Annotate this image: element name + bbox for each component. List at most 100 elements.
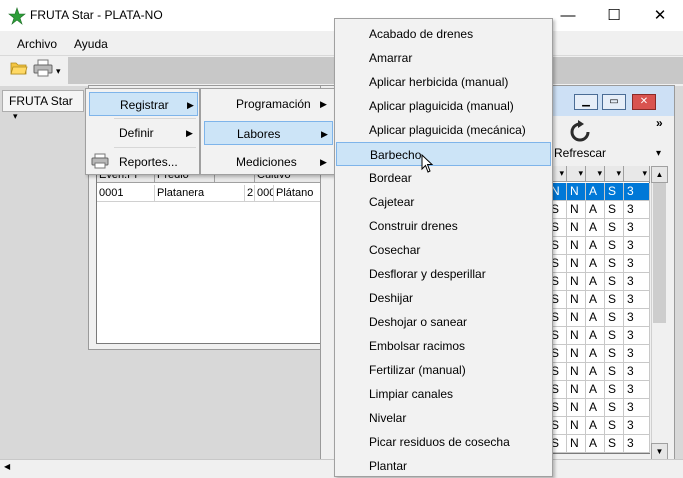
table-row[interactable]: SNAS3 (548, 327, 650, 345)
grid-cell[interactable]: 3 (624, 399, 650, 417)
grid-cell[interactable]: A (586, 399, 605, 417)
grid-cell[interactable]: 3 (624, 219, 650, 237)
grid-header-dropdown[interactable]: ▾ (605, 166, 624, 182)
grid-cell[interactable]: A (586, 417, 605, 435)
menu-item-labor[interactable]: Barbecho (336, 142, 551, 166)
grid-cell[interactable]: N (567, 327, 586, 345)
grid-cell[interactable]: 3 (624, 255, 650, 273)
scroll-up-button[interactable]: ▲ (651, 166, 668, 183)
grid-cell[interactable]: 3 (624, 381, 650, 399)
table-row[interactable]: SNAS3 (548, 399, 650, 417)
menu-item-labor[interactable]: Construir drenes (336, 214, 551, 238)
table-row[interactable]: SNAS3 (548, 417, 650, 435)
grid-cell[interactable]: N (567, 273, 586, 291)
grid-cell[interactable]: N (567, 381, 586, 399)
table-row[interactable]: SNAS3 (548, 291, 650, 309)
grid-cell[interactable]: 3 (624, 237, 650, 255)
grid-cell[interactable]: N (567, 201, 586, 219)
maximize-button[interactable]: ☐ (591, 0, 637, 31)
grid-cell[interactable]: S (605, 201, 624, 219)
menu-item-labores[interactable]: Labores ▶ (204, 121, 333, 145)
print-icon[interactable] (33, 59, 53, 77)
menu-ayuda[interactable]: Ayuda (74, 37, 108, 51)
menu-item-labor[interactable]: Aplicar plaguicida (mecánica) (336, 118, 551, 142)
grid-cell[interactable]: A (586, 201, 605, 219)
menu-item-labor[interactable]: Cosechar (336, 238, 551, 262)
grid-cell[interactable]: A (586, 219, 605, 237)
table-row[interactable]: SNAS3 (548, 381, 650, 399)
grid-cell[interactable]: A (586, 237, 605, 255)
grid-cell[interactable]: 3 (624, 273, 650, 291)
grid-cell[interactable]: Plátano (274, 185, 323, 202)
grid-cell[interactable]: 3 (624, 201, 650, 219)
grid-cell[interactable]: 3 (624, 327, 650, 345)
grid-cell[interactable]: N (567, 255, 586, 273)
grid-cell[interactable]: S (605, 363, 624, 381)
refresh-icon[interactable] (568, 120, 592, 144)
table-row[interactable]: SNAS3 (548, 237, 650, 255)
menu-item-labor[interactable]: Nivelar (336, 406, 551, 430)
menu-item-labor[interactable]: Fertilizar (manual) (336, 358, 551, 382)
grid-cell[interactable]: S (605, 399, 624, 417)
fruta-star-menu-button[interactable]: FRUTA Star ▾ (2, 90, 84, 121)
menu-item-labor[interactable]: Desflorar y desperillar (336, 262, 551, 286)
menu-item-programacion[interactable]: Programación ▶ (204, 92, 333, 116)
grid-cell[interactable]: S (605, 345, 624, 363)
grid-cell[interactable]: S (605, 219, 624, 237)
open-folder-icon[interactable] (10, 60, 28, 76)
table-row[interactable]: NNAS3 (548, 183, 650, 201)
grid-cell[interactable]: 3 (624, 435, 650, 453)
menu-item-labor[interactable]: Limpiar canales (336, 382, 551, 406)
menu-item-labor[interactable]: Deshijar (336, 286, 551, 310)
grid-cell[interactable]: 000 (255, 185, 274, 202)
menu-item-labor[interactable]: Picar residuos de cosecha (336, 430, 551, 454)
refresh-button-label[interactable]: Refrescar (554, 146, 606, 160)
table-row[interactable]: SNAS3 (548, 201, 650, 219)
grid-cell[interactable]: N (567, 219, 586, 237)
grid-cell[interactable]: N (567, 309, 586, 327)
grid-cell[interactable]: S (605, 183, 624, 201)
grid-cell[interactable]: N (567, 399, 586, 417)
grid-header-dropdown[interactable]: ▾ (624, 166, 650, 182)
grid-cell[interactable]: S (605, 291, 624, 309)
grid-cell[interactable]: A (586, 291, 605, 309)
grid-header-dropdown[interactable]: ▾ (567, 166, 586, 182)
grid-cell[interactable]: S (605, 327, 624, 345)
grid-cell[interactable]: A (586, 345, 605, 363)
menu-item-labor[interactable]: Cajetear (336, 190, 551, 214)
grid-cell[interactable]: 3 (624, 417, 650, 435)
grid-cell[interactable]: A (586, 327, 605, 345)
menu-item-mediciones[interactable]: Mediciones ▶ (204, 150, 333, 174)
menu-item-labor[interactable]: Aplicar plaguicida (manual) (336, 94, 551, 118)
grid-cell[interactable]: N (567, 291, 586, 309)
table-row[interactable]: SNAS3 (548, 435, 650, 453)
grid-cell[interactable]: 3 (624, 363, 650, 381)
menu-archivo[interactable]: Archivo (17, 37, 57, 51)
grid-cell[interactable]: N (567, 363, 586, 381)
grid-cell[interactable]: S (605, 273, 624, 291)
grid-cell[interactable]: A (586, 309, 605, 327)
child-close-button[interactable]: ✕ (632, 94, 656, 110)
table-row[interactable]: SNAS3 (548, 345, 650, 363)
menu-item-definir[interactable]: Definir ▶ (89, 121, 198, 145)
child-maximize-button[interactable]: ▭ (602, 94, 626, 110)
table-row[interactable]: SNAS3 (548, 255, 650, 273)
scroll-left-icon[interactable]: ◀ (4, 462, 10, 471)
menu-item-registrar[interactable]: Registrar ▶ (89, 92, 198, 116)
grid-cell[interactable]: S (605, 381, 624, 399)
grid-cell[interactable]: N (567, 435, 586, 453)
grid-cell[interactable]: A (586, 381, 605, 399)
grid-cell[interactable]: 3 (624, 345, 650, 363)
grid-cell[interactable]: S (605, 255, 624, 273)
grid-cell[interactable]: Platanera (155, 185, 245, 202)
menu-item-labor[interactable]: Amarrar (336, 46, 551, 70)
menu-item-reportes[interactable]: Reportes... (89, 150, 198, 174)
menu-item-labor[interactable]: Deshojar o sanear (336, 310, 551, 334)
grid-cell[interactable]: A (586, 183, 605, 201)
menu-item-labor[interactable]: Bordear (336, 166, 551, 190)
close-button[interactable]: ✕ (637, 0, 683, 31)
table-row[interactable]: SNAS3 (548, 363, 650, 381)
toolbar-overflow-icon[interactable]: » (656, 116, 663, 130)
grid-cell[interactable]: 3 (624, 183, 650, 201)
grid-cell[interactable]: S (605, 237, 624, 255)
